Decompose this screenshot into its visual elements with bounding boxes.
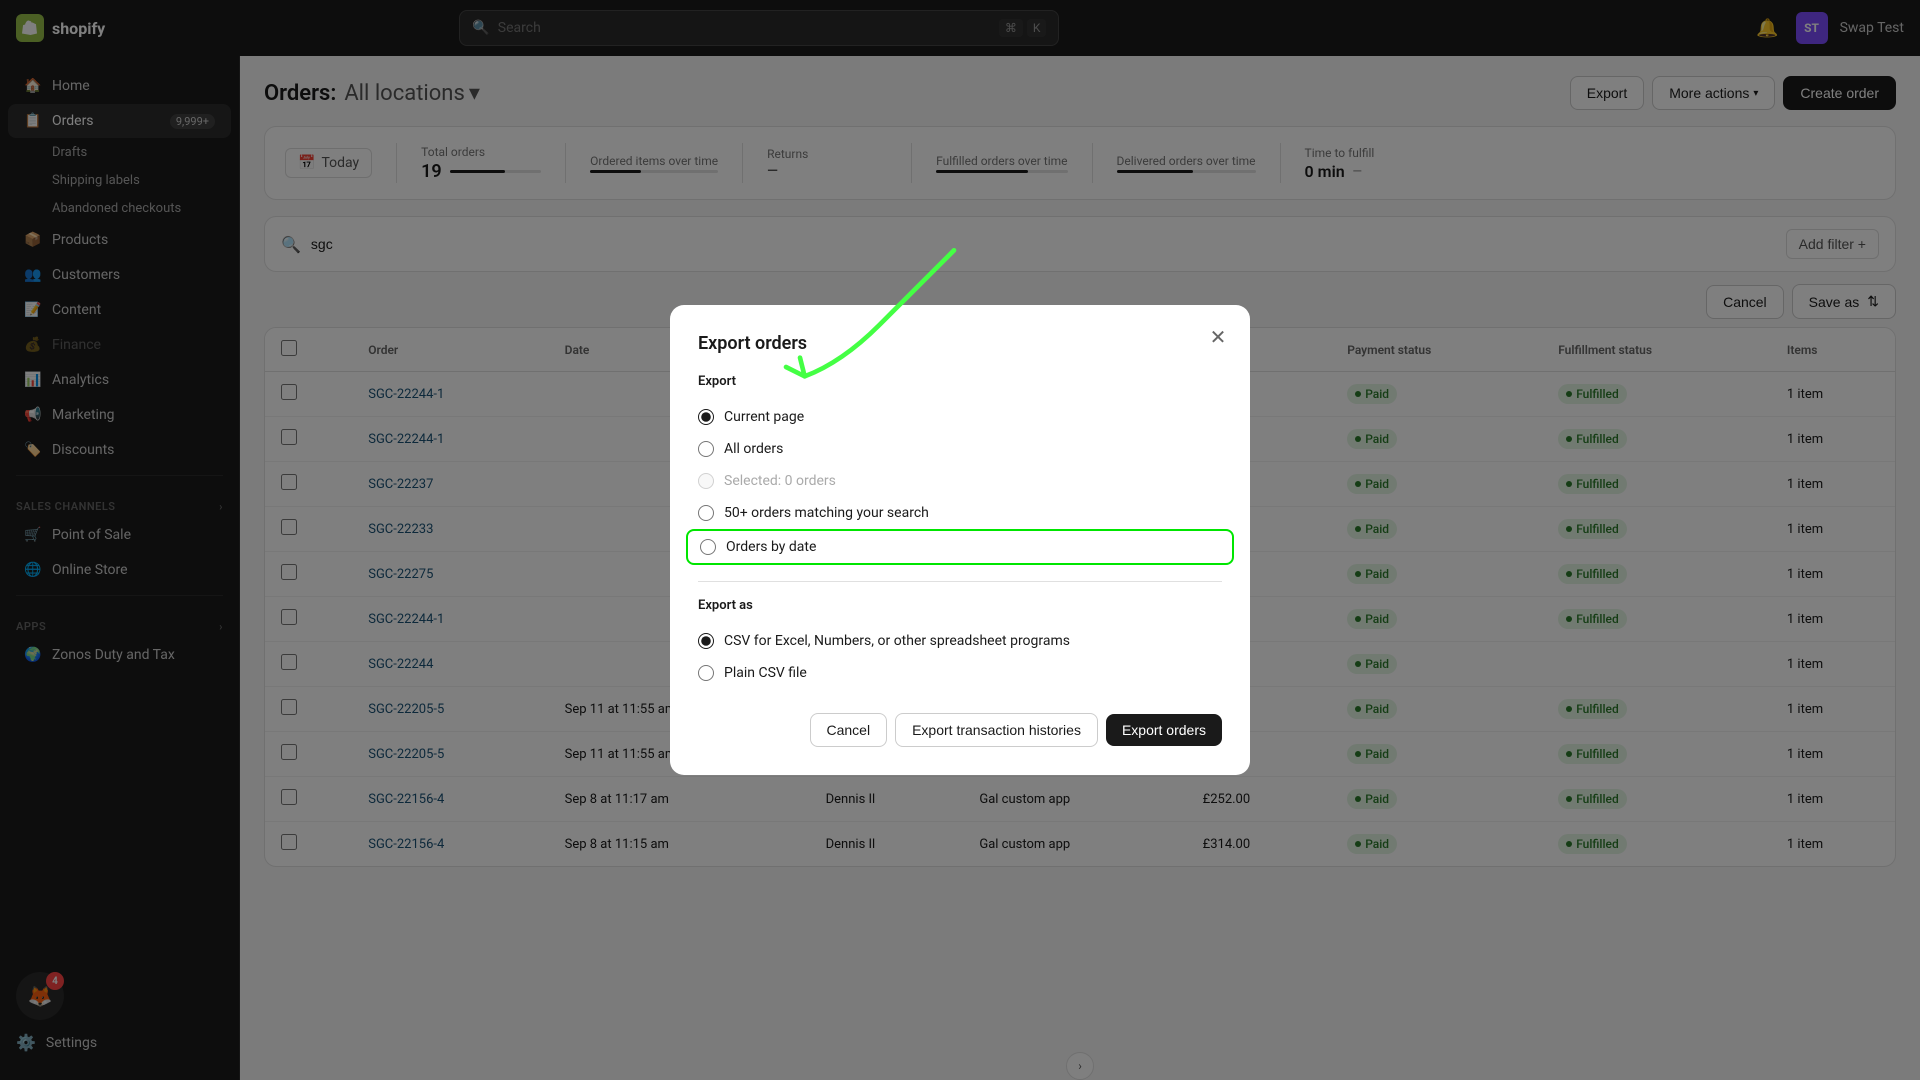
radio-plain-csv-input[interactable] bbox=[698, 665, 714, 681]
modal-close-button[interactable]: ✕ bbox=[1202, 321, 1234, 353]
radio-all-orders[interactable]: All orders bbox=[698, 433, 1222, 465]
radio-current-page[interactable]: Current page bbox=[698, 401, 1222, 433]
export-orders-modal: Export orders ✕ Export Current page All … bbox=[670, 305, 1250, 775]
radio-all-orders-input[interactable] bbox=[698, 441, 714, 457]
export-orders-button[interactable]: Export orders bbox=[1106, 714, 1222, 746]
export-as-label: Export as bbox=[698, 598, 1222, 613]
radio-csv-excel[interactable]: CSV for Excel, Numbers, or other spreads… bbox=[698, 625, 1222, 657]
modal-footer: Cancel Export transaction histories Expo… bbox=[698, 713, 1222, 747]
export-section-label: Export bbox=[698, 374, 1222, 389]
arrow-annotation bbox=[730, 225, 1010, 425]
radio-matching-search-input[interactable] bbox=[698, 505, 714, 521]
modal-cancel-button[interactable]: Cancel bbox=[810, 713, 888, 747]
radio-selected-orders-input bbox=[698, 473, 714, 489]
radio-csv-excel-input[interactable] bbox=[698, 633, 714, 649]
radio-plain-csv[interactable]: Plain CSV file bbox=[698, 657, 1222, 689]
modal-title: Export orders bbox=[698, 333, 1222, 354]
radio-selected-orders[interactable]: Selected: 0 orders bbox=[698, 465, 1222, 497]
export-transaction-histories-button[interactable]: Export transaction histories bbox=[895, 713, 1098, 747]
modal-overlay[interactable]: Export orders ✕ Export Current page All … bbox=[0, 0, 1920, 1080]
radio-matching-search[interactable]: 50+ orders matching your search bbox=[698, 497, 1222, 529]
radio-orders-by-date-input[interactable] bbox=[700, 539, 716, 555]
radio-current-page-input[interactable] bbox=[698, 409, 714, 425]
modal-divider bbox=[698, 581, 1222, 582]
radio-orders-by-date[interactable]: Orders by date bbox=[686, 529, 1234, 565]
